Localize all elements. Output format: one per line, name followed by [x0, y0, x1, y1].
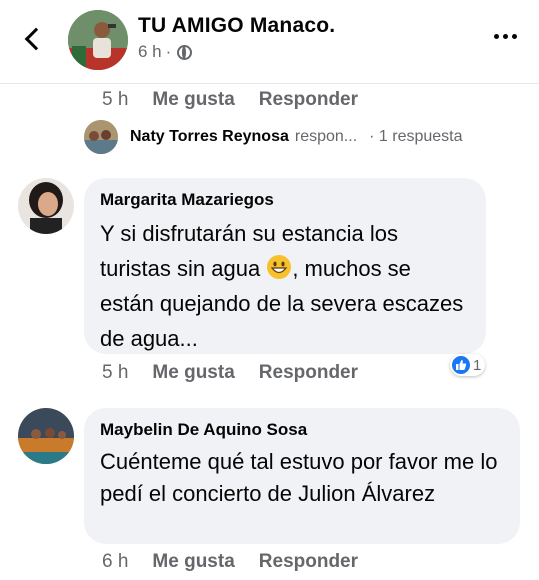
more-options-button[interactable] [494, 34, 517, 39]
reply-button[interactable]: Responder [259, 551, 358, 573]
reply-verb: respon... [294, 128, 358, 145]
author-name[interactable]: TU AMIGO Manaco. [138, 14, 335, 38]
post-meta: 6 h · [138, 42, 193, 62]
post-time[interactable]: 6 h [138, 42, 162, 62]
like-reaction-icon [452, 356, 470, 374]
back-button[interactable] [22, 24, 48, 54]
like-button[interactable]: Me gusta [152, 551, 234, 573]
more-dot-icon [494, 34, 499, 39]
reaction-count: 1 [473, 356, 482, 374]
comment-text: Cuénteme qué tal estuvo por favor me lo … [100, 449, 498, 506]
reply-button[interactable]: Responder [259, 362, 358, 384]
comment-text: Y si disfrutarán su estancia los turista… [100, 216, 470, 356]
comment-time[interactable]: 5 h [102, 362, 128, 384]
reply-button[interactable]: Responder [259, 89, 358, 111]
reaction-badge[interactable]: 1 [450, 354, 486, 376]
meta-separator: · [165, 42, 172, 61]
comment-time[interactable]: 6 h [102, 551, 128, 573]
reply-avatar [84, 120, 118, 154]
comment-bubble: Margarita Mazariegos Y si disfrutarán su… [84, 178, 486, 354]
reply-author-name[interactable]: Naty Torres Reynosa [130, 128, 289, 146]
comment-author[interactable]: Margarita Mazariegos [100, 190, 470, 210]
comment-actions: 6 h Me gusta Responder [102, 551, 382, 573]
commenter-avatar[interactable] [18, 178, 74, 234]
author-avatar[interactable] [68, 10, 128, 70]
post-header: TU AMIGO Manaco. 6 h · [0, 0, 539, 84]
comment-time[interactable]: 5 h [102, 89, 128, 111]
globe-icon [177, 44, 193, 60]
like-button[interactable]: Me gusta [152, 89, 234, 111]
chevron-left-icon [24, 27, 48, 51]
reply-count[interactable]: · 1 respuesta [369, 128, 462, 146]
comment-actions: 5 h Me gusta Responder [102, 89, 382, 111]
grinning-face-emoji-icon [267, 255, 292, 279]
comment-bubble: Maybelin De Aquino Sosa Cuénteme qué tal… [84, 408, 520, 544]
more-dot-icon [503, 34, 508, 39]
reply-summary[interactable]: Naty Torres Reynosa respon... · 1 respue… [84, 120, 463, 154]
comment-author[interactable]: Maybelin De Aquino Sosa [100, 420, 504, 440]
commenter-avatar[interactable] [18, 408, 74, 464]
comment-actions: 5 h Me gusta Responder [102, 362, 382, 384]
like-button[interactable]: Me gusta [152, 362, 234, 384]
more-dot-icon [512, 34, 517, 39]
